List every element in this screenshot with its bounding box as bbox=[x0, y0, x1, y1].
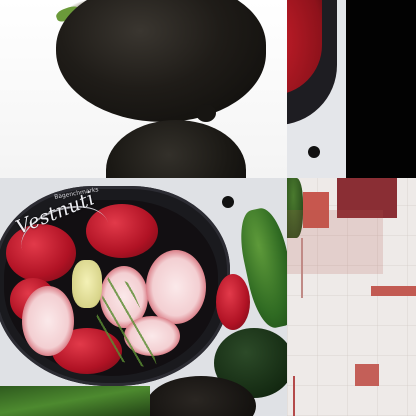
dark-strip bbox=[346, 0, 416, 178]
pattern-line bbox=[301, 238, 303, 298]
pattern-stripe bbox=[371, 286, 416, 296]
large-black-radish bbox=[56, 0, 266, 122]
black-radishes-photo bbox=[0, 0, 287, 178]
green-onion-leaves bbox=[0, 386, 150, 416]
black-seed bbox=[222, 196, 234, 208]
radish-bowl-photo: Vestnuti Bagenchmarks bbox=[0, 178, 287, 416]
pattern-block bbox=[355, 364, 379, 386]
cut-radish-half bbox=[22, 286, 74, 356]
radish-slice bbox=[72, 260, 102, 308]
cut-radish-half bbox=[146, 250, 206, 324]
whole-radish bbox=[216, 274, 250, 330]
black-seed bbox=[308, 146, 320, 158]
bowl-edge-photo bbox=[287, 0, 416, 178]
radish-tail bbox=[196, 104, 216, 122]
photo-collage: Vestnuti Bagenchmarks bbox=[0, 0, 416, 416]
tablecloth-photo bbox=[287, 178, 416, 416]
small-black-radish bbox=[106, 120, 246, 178]
pattern-line bbox=[293, 376, 295, 416]
